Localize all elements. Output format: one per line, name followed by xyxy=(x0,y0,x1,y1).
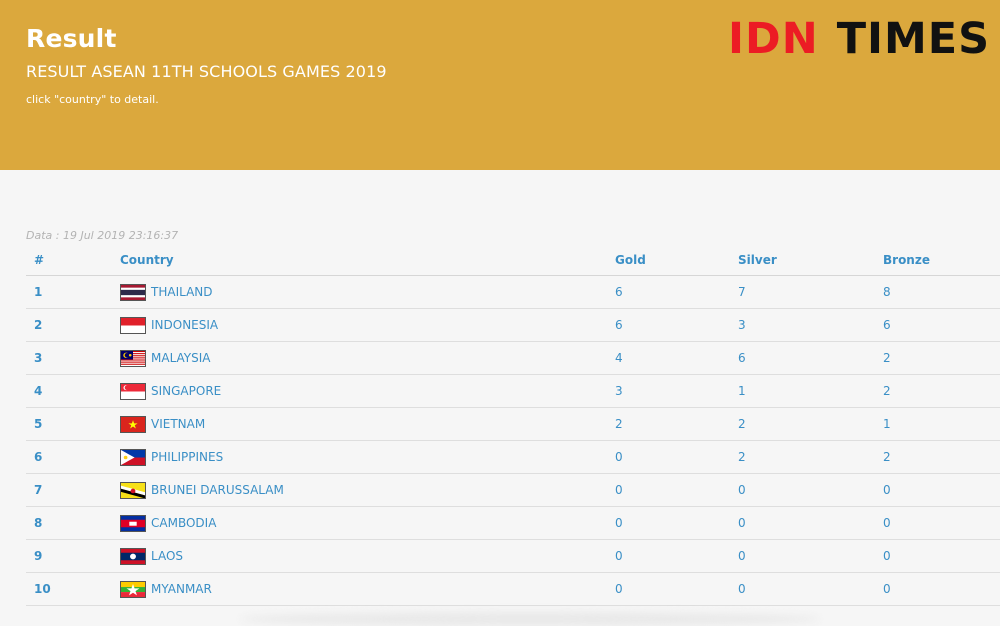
country-link[interactable]: VIETNAM xyxy=(151,417,205,431)
country-cell: CAMBODIA xyxy=(120,506,615,540)
bronze-count: 0 xyxy=(883,473,1000,507)
data-timestamp: Data : 19 Jul 2019 23:16:37 xyxy=(26,229,179,242)
logo-idn-text: IDN xyxy=(728,14,819,64)
country-cell: PHILIPPINES xyxy=(120,440,615,474)
country-link[interactable]: INDONESIA xyxy=(151,318,218,332)
gold-count: 6 xyxy=(615,275,738,309)
indonesia-flag-icon xyxy=(120,316,146,334)
bronze-count: 6 xyxy=(883,308,1000,342)
laos-flag-icon xyxy=(120,547,146,565)
country-cell: THAILAND xyxy=(120,275,615,309)
bronze-count: 2 xyxy=(883,440,1000,474)
bronze-count: 8 xyxy=(883,275,1000,309)
bronze-count: 2 xyxy=(883,341,1000,375)
cambodia-flag-icon xyxy=(120,514,146,532)
gold-count: 0 xyxy=(615,506,738,540)
rank-cell: 8 xyxy=(26,506,120,540)
table-row: 1 THAILAND 6 7 8 xyxy=(26,275,1000,309)
rank-cell: 3 xyxy=(26,341,120,375)
silver-count: 6 xyxy=(738,341,883,375)
col-rank-header[interactable]: # xyxy=(26,245,120,276)
country-cell: BRUNEI DARUSSALAM xyxy=(120,473,615,507)
rank-cell: 2 xyxy=(26,308,120,342)
country-link[interactable]: MYANMAR xyxy=(151,582,212,596)
gold-count: 6 xyxy=(615,308,738,342)
bronze-count: 2 xyxy=(883,374,1000,408)
rank-cell: 4 xyxy=(26,374,120,408)
country-link[interactable]: PHILIPPINES xyxy=(151,450,223,464)
silver-count: 0 xyxy=(738,572,883,606)
rank-cell: 6 xyxy=(26,440,120,474)
silver-count: 0 xyxy=(738,539,883,573)
logo-times-text: TIMES xyxy=(836,14,991,64)
rank-cell: 9 xyxy=(26,539,120,573)
country-link[interactable]: CAMBODIA xyxy=(151,516,216,530)
col-country-header[interactable]: Country xyxy=(120,245,615,276)
country-cell: MYANMAR xyxy=(120,572,615,606)
country-cell: INDONESIA xyxy=(120,308,615,342)
country-link[interactable]: SINGAPORE xyxy=(151,384,221,398)
bronze-count: 0 xyxy=(883,572,1000,606)
silver-count: 0 xyxy=(738,473,883,507)
table-row: 8 CAMBODIA 0 0 0 xyxy=(26,506,1000,540)
table-header-row: # Country Gold Silver Bronze xyxy=(26,245,1000,276)
rank-cell: 5 xyxy=(26,407,120,441)
bronze-count: 0 xyxy=(883,506,1000,540)
silver-count: 7 xyxy=(738,275,883,309)
page-subtitle: RESULT ASEAN 11TH SCHOOLS GAMES 2019 xyxy=(26,62,387,81)
country-link[interactable]: LAOS xyxy=(151,549,183,563)
country-cell: SINGAPORE xyxy=(120,374,615,408)
col-bronze-header[interactable]: Bronze xyxy=(883,245,1000,276)
philippines-flag-icon xyxy=(120,448,146,466)
silver-count: 2 xyxy=(738,440,883,474)
medal-table: # Country Gold Silver Bronze 1 THAILAND 6 7… xyxy=(26,245,1000,606)
gold-count: 4 xyxy=(615,341,738,375)
idn-times-logo[interactable]: IDN TIMES xyxy=(728,14,990,64)
instruction-text: click "country" to detail. xyxy=(26,93,159,106)
bronze-count: 1 xyxy=(883,407,1000,441)
table-row: 9 LAOS 0 0 0 xyxy=(26,539,1000,573)
vietnam-flag-icon xyxy=(120,415,146,433)
table-row: 10 MYANMAR 0 0 0 xyxy=(26,572,1000,606)
table-row: 6 PHILIPPINES 0 2 2 xyxy=(26,440,1000,474)
gold-count: 3 xyxy=(615,374,738,408)
rank-cell: 10 xyxy=(26,572,120,606)
thailand-flag-icon xyxy=(120,283,146,301)
rank-cell: 7 xyxy=(26,473,120,507)
rank-cell: 1 xyxy=(26,275,120,309)
country-link[interactable]: BRUNEI DARUSSALAM xyxy=(151,483,284,497)
col-silver-header[interactable]: Silver xyxy=(738,245,883,276)
myanmar-flag-icon xyxy=(120,580,146,598)
gold-count: 0 xyxy=(615,473,738,507)
silver-count: 1 xyxy=(738,374,883,408)
silver-count: 0 xyxy=(738,506,883,540)
table-row: 4 SINGAPORE 3 1 2 xyxy=(26,374,1000,408)
singapore-flag-icon xyxy=(120,382,146,400)
silver-count: 3 xyxy=(738,308,883,342)
table-row: 2 INDONESIA 6 3 6 xyxy=(26,308,1000,342)
page-title: Result xyxy=(26,24,117,53)
table-row: 7 BRUNEI DARUSSALAM 0 0 0 xyxy=(26,473,1000,507)
silver-count: 2 xyxy=(738,407,883,441)
page-header: Result RESULT ASEAN 11TH SCHOOLS GAMES 2… xyxy=(0,0,1000,170)
country-cell: VIETNAM xyxy=(120,407,615,441)
gold-count: 0 xyxy=(615,440,738,474)
table-row: 5 VIETNAM 2 2 1 xyxy=(26,407,1000,441)
gold-count: 2 xyxy=(615,407,738,441)
gold-count: 0 xyxy=(615,539,738,573)
country-cell: MALAYSIA xyxy=(120,341,615,375)
malaysia-flag-icon xyxy=(120,349,146,367)
gold-count: 0 xyxy=(615,572,738,606)
bronze-count: 0 xyxy=(883,539,1000,573)
country-cell: LAOS xyxy=(120,539,615,573)
col-gold-header[interactable]: Gold xyxy=(615,245,738,276)
table-row: 3 MALAYSIA 4 6 2 xyxy=(26,341,1000,375)
brunei-flag-icon xyxy=(120,481,146,499)
country-link[interactable]: THAILAND xyxy=(151,285,213,299)
country-link[interactable]: MALAYSIA xyxy=(151,351,211,365)
